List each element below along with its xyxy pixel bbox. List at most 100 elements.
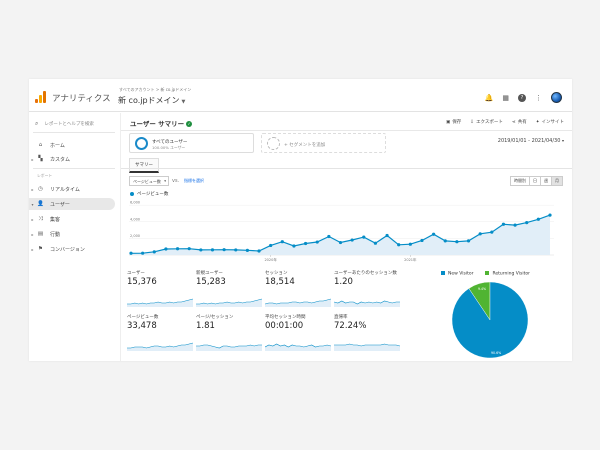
data-point[interactable]	[210, 248, 215, 252]
search-placeholder: レポートとヘルプを検索	[44, 122, 94, 127]
data-point[interactable]	[536, 217, 540, 221]
tab-summary[interactable]: サマリー	[129, 158, 159, 173]
metric-tile[interactable]: 新規ユーザー 15,283	[196, 271, 262, 309]
data-point[interactable]	[443, 239, 447, 243]
period-hourly-button[interactable]: 時間別	[510, 176, 530, 186]
segment-all-users[interactable]: すべてのユーザー 100.00% ユーザー	[129, 133, 254, 153]
property-name: 新 co.jpドメイン	[118, 96, 180, 105]
data-point[interactable]	[362, 235, 366, 239]
data-point[interactable]	[303, 241, 308, 246]
data-point[interactable]	[420, 238, 424, 243]
property-selector[interactable]: 新 co.jpドメイン ▼	[118, 95, 185, 106]
data-point[interactable]	[152, 250, 156, 254]
sidebar-item-conversions[interactable]: ▸ ⚑ コンバージョン	[29, 243, 120, 255]
data-point[interactable]	[408, 242, 412, 246]
bell-icon[interactable]: 🔔	[485, 94, 494, 102]
data-point[interactable]	[327, 234, 331, 239]
y-tick-label: 6,000	[130, 201, 140, 205]
metric-tile[interactable]: 直帰率 72.24%	[334, 315, 400, 353]
save-button[interactable]: ▣ 保存	[446, 119, 461, 125]
breadcrumb[interactable]: すべてのアカウント > 新 co.jpドメイン	[119, 87, 191, 93]
data-point[interactable]	[257, 249, 261, 253]
report-search[interactable]: ⌕ レポートとヘルプを検索	[35, 120, 94, 128]
sidebar-item-label: コンバージョン	[50, 246, 85, 253]
data-point[interactable]	[338, 240, 343, 245]
metric-tile[interactable]: 平均セッション時間 00:01:00	[265, 315, 331, 353]
share-button[interactable]: ⋖ 共有	[512, 119, 527, 125]
metric-tile[interactable]: ページビュー数 33,478	[127, 315, 193, 353]
data-point[interactable]	[234, 248, 238, 252]
help-icon[interactable]: ?	[518, 93, 526, 102]
data-point[interactable]	[141, 251, 145, 255]
expand-arrow-icon: ▸	[31, 216, 34, 222]
data-point[interactable]	[455, 240, 459, 244]
metric-select[interactable]: ページビュー数 ▾	[129, 176, 169, 186]
legend-label: Returning Visitor	[492, 271, 530, 277]
data-point[interactable]	[245, 248, 249, 252]
divider	[121, 130, 572, 131]
segment-ring-icon	[135, 137, 148, 150]
metric-label: 新規ユーザー	[196, 271, 223, 276]
data-point[interactable]	[548, 213, 552, 217]
y-tick-label: 4,000	[130, 217, 140, 221]
share-label: 共有	[517, 120, 527, 125]
metric-tile[interactable]: ユーザー 15,376	[127, 271, 193, 309]
avatar[interactable]	[551, 92, 562, 103]
data-point[interactable]	[164, 247, 168, 251]
insight-button[interactable]: ✦ インサイト	[536, 119, 564, 125]
period-month-button[interactable]: 月	[551, 176, 563, 186]
empty-segment-ring-icon	[267, 137, 280, 150]
data-point[interactable]	[466, 239, 471, 243]
sidebar-item-acquisition[interactable]: ▸ ⤨ 集客	[29, 213, 120, 225]
metric-label: セッション	[265, 271, 288, 276]
data-point[interactable]	[222, 248, 226, 252]
chart-legend: ページビュー数	[130, 191, 168, 197]
data-point[interactable]	[513, 223, 517, 227]
sparkline	[265, 343, 331, 351]
grid-icon: ▚	[38, 156, 43, 162]
export-button[interactable]: ⇩ エクスポート	[470, 119, 503, 125]
pageviews-line-chart[interactable]: 2,000 4,000 6,000 2020年 2021年	[129, 199, 554, 265]
data-point[interactable]	[385, 233, 389, 238]
pie-slice[interactable]	[451, 281, 529, 359]
metric-label: ユーザーあたりのセッション数	[334, 271, 397, 276]
analytics-logo-icon[interactable]	[35, 91, 47, 103]
visitor-pie-chart[interactable]: 9.4% 90.6%	[449, 279, 531, 361]
data-point[interactable]	[315, 240, 319, 244]
data-point[interactable]	[525, 221, 529, 225]
sparkline	[265, 298, 331, 307]
apps-icon[interactable]: ▦	[502, 94, 509, 102]
data-point[interactable]	[397, 243, 401, 247]
data-point[interactable]	[478, 232, 482, 236]
sidebar-item-custom[interactable]: ▸ ▚ カスタム	[29, 153, 120, 165]
metric-value: 33,478	[127, 321, 157, 331]
sidebar-item-realtime[interactable]: ▸ ◷ リアルタイム	[29, 183, 120, 195]
data-point[interactable]	[292, 244, 296, 248]
x-tick-label: 2020年	[264, 257, 277, 262]
sidebar-item-users[interactable]: ▾ 👤 ユーザー	[29, 198, 115, 210]
sidebar-item-home[interactable]: ⌂ ホーム	[29, 139, 120, 151]
flag-icon: ⚑	[38, 246, 43, 252]
metric-tile[interactable]: セッション 18,514	[265, 271, 331, 309]
data-point[interactable]	[490, 230, 494, 234]
data-point[interactable]	[280, 240, 284, 244]
data-point[interactable]	[501, 222, 506, 226]
acquisition-icon: ⤨	[38, 215, 43, 222]
select-metric-link[interactable]: 指標を選択	[184, 178, 204, 184]
data-point[interactable]	[129, 251, 133, 255]
insight-label: インサイト	[541, 120, 565, 125]
metric-tile[interactable]: ページ/セッション 1.81	[196, 315, 262, 353]
data-point[interactable]	[269, 243, 273, 248]
more-icon[interactable]: ⋮	[535, 94, 542, 102]
data-point[interactable]	[187, 247, 191, 251]
data-point[interactable]	[432, 232, 436, 236]
data-point[interactable]	[199, 248, 203, 252]
sidebar-item-behavior[interactable]: ▸ ▤ 行動	[29, 228, 120, 240]
date-range-selector[interactable]: 2019/01/01 - 2021/04/30 ▾	[498, 138, 564, 144]
data-point[interactable]	[373, 241, 378, 245]
reports-section-label: レポート	[37, 173, 53, 178]
metric-tile[interactable]: ユーザーあたりのセッション数 1.20	[334, 271, 400, 309]
data-point[interactable]	[175, 247, 180, 251]
data-point[interactable]	[350, 238, 354, 242]
add-segment-button[interactable]: + セグメントを追加	[261, 133, 386, 153]
